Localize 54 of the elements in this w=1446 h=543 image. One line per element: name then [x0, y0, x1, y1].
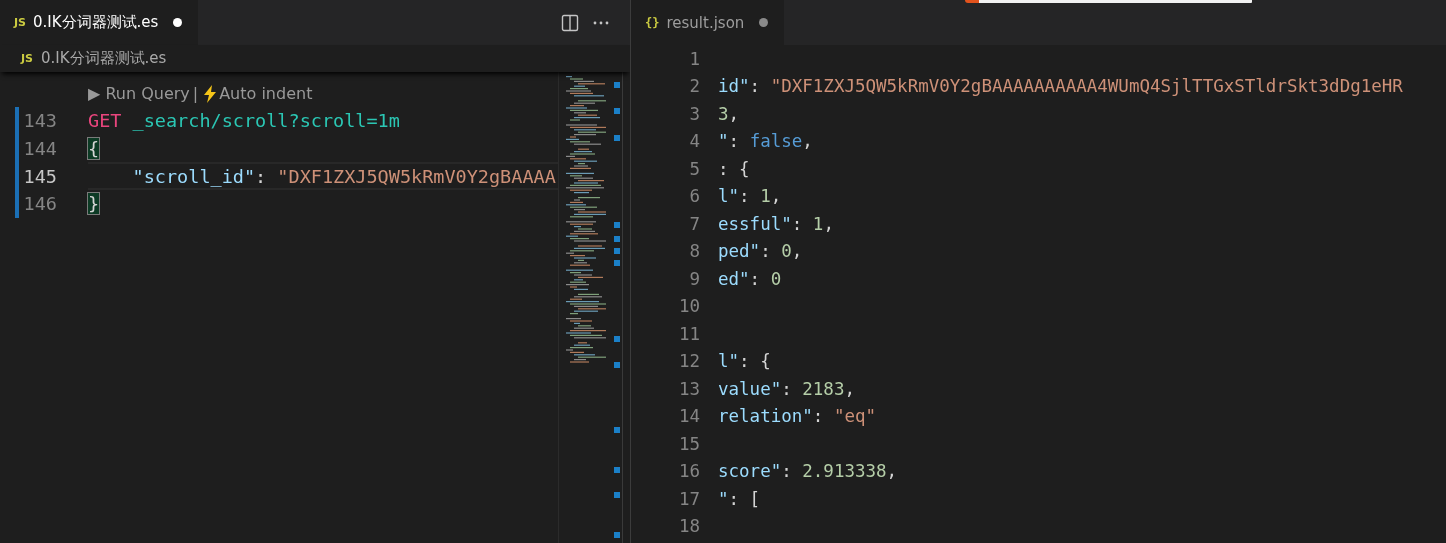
code-line: relation": "eq"	[718, 406, 877, 427]
line-number: 14	[677, 406, 700, 427]
line-number: 3	[688, 103, 700, 124]
line-number: 12	[677, 351, 700, 372]
line-number: 16	[677, 461, 700, 482]
line-number: 13	[677, 378, 700, 399]
editor-tab[interactable]: JS 0.IK分词器测试.es	[0, 0, 199, 45]
code-line: score": 2.913338,	[718, 461, 898, 482]
breadcrumb-item[interactable]: 0.IK分词器测试.es	[41, 49, 167, 68]
line-number: 8	[688, 241, 700, 262]
lightning-icon	[203, 84, 218, 103]
line-number: 2	[688, 76, 700, 97]
file-type-label: {}	[645, 15, 660, 30]
split-editor-icon[interactable]	[561, 13, 579, 32]
tab-label: result.json	[666, 13, 745, 32]
line-number: 9	[688, 268, 700, 289]
code-line: essful": 1,	[718, 213, 834, 234]
line-number: 143	[22, 110, 57, 132]
line-number: 4	[688, 131, 700, 152]
code-line: value": 2183,	[718, 378, 855, 399]
unsaved-dot-icon	[759, 18, 769, 27]
codelens-link[interactable]: ▶ Run Query	[88, 84, 190, 103]
code-line: l": {	[718, 351, 771, 372]
line-number: 11	[677, 323, 700, 344]
code-line: l": 1,	[718, 186, 782, 207]
code-line: : {	[718, 158, 750, 179]
code-line: ed": 0	[718, 268, 782, 289]
matched-bracket: }	[88, 193, 100, 215]
tab-label: 0.IK分词器测试.es	[33, 13, 159, 32]
line-number: 6	[688, 186, 700, 207]
matched-bracket: {	[88, 138, 100, 160]
line-number: 146	[22, 193, 57, 215]
separator-text: |	[192, 84, 199, 103]
code-line: "scroll_id": "DXF1ZXJ5QW5kRmV0Y2gBAAAA	[131, 165, 556, 187]
line-number: 10	[677, 296, 700, 317]
file-type-label: JS	[21, 52, 33, 65]
line-number: 5	[688, 158, 700, 179]
line-number: 15	[677, 433, 700, 454]
code-line: GET _search/scroll?scroll=1m	[88, 110, 400, 132]
line-number: 145	[22, 165, 57, 187]
code-line: ped": 0,	[718, 241, 803, 262]
unsaved-dot-icon	[173, 18, 183, 27]
line-number: 144	[22, 138, 57, 160]
line-number: 7	[688, 213, 700, 234]
line-number: 18	[677, 516, 700, 537]
codelens-link[interactable]: Auto indent	[219, 84, 313, 103]
editor-tab[interactable]: {} result.json	[631, 0, 785, 45]
line-number: 1	[688, 48, 700, 69]
code-line: ": [	[718, 488, 761, 509]
code-line: ": false,	[718, 131, 813, 152]
file-type-label: JS	[14, 16, 26, 29]
line-number: 17	[677, 488, 700, 509]
code-line: 3,	[718, 103, 740, 124]
code-line: id": "DXF1ZXJ5QW5kRmV0Y2gBAAAAAAAAAA4WUmQ4SjlTTGxSTldrSkt3dDg1eHR	[718, 76, 1403, 97]
